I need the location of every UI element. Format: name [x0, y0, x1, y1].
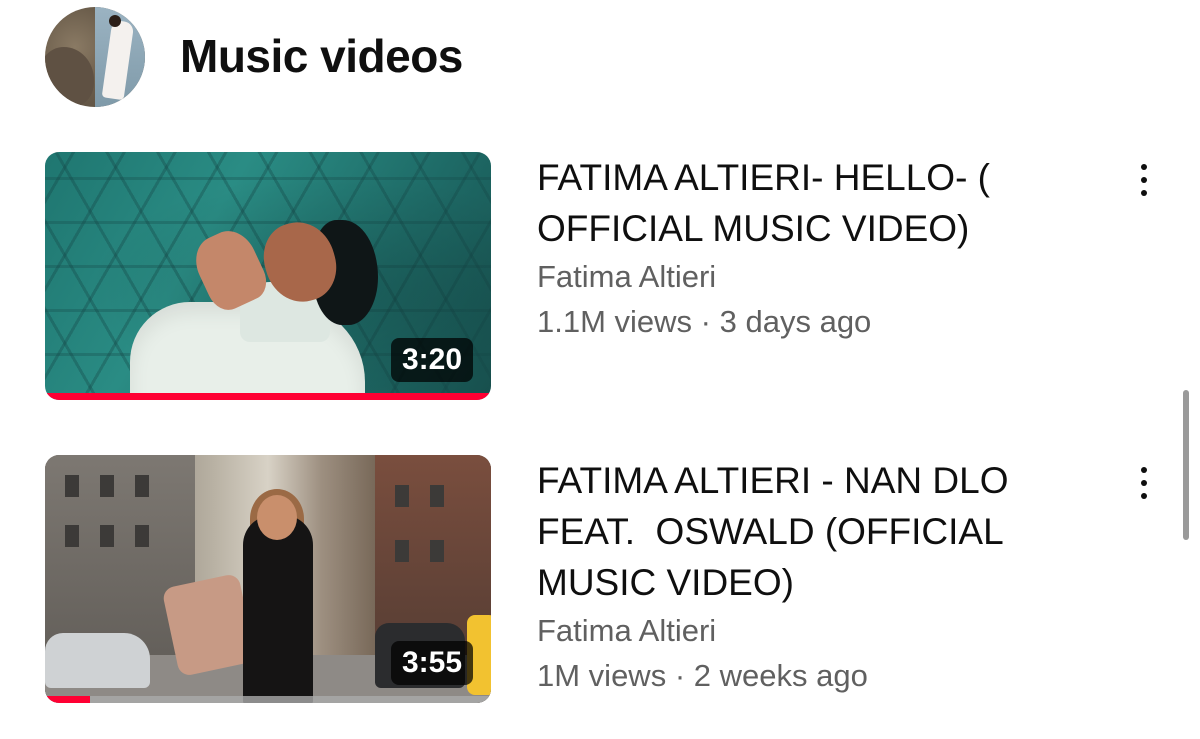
menu-dot	[1141, 177, 1147, 183]
avatar-rock	[45, 47, 94, 107]
video-stats: 1.1M views · 3 days ago	[537, 299, 1097, 344]
stats-separator: ·	[674, 658, 686, 693]
building-window	[135, 475, 149, 497]
video-stats: 1M views · 2 weeks ago	[537, 653, 1097, 698]
menu-dot	[1141, 164, 1147, 170]
stats-separator: ·	[700, 304, 711, 339]
view-count: 1.1M views	[537, 304, 693, 339]
watch-progress-fill	[45, 696, 90, 703]
menu-dot	[1141, 467, 1147, 473]
duration-badge: 3:55	[390, 641, 473, 685]
channel-name[interactable]: Fatima Altieri	[537, 608, 1097, 653]
duration-badge: 3:20	[390, 338, 473, 382]
building-window	[430, 540, 444, 562]
channel-name[interactable]: Fatima Altieri	[537, 254, 1097, 299]
building-window	[100, 525, 114, 547]
upload-age: 2 weeks ago	[693, 658, 868, 693]
building-window	[65, 475, 79, 497]
more-vert-icon[interactable]	[1122, 152, 1166, 208]
video-thumbnail[interactable]: 3:20	[45, 152, 491, 400]
menu-dot	[1141, 493, 1147, 499]
building-window	[65, 525, 79, 547]
section-title: Music videos	[180, 30, 463, 82]
thumbnail-car	[45, 633, 150, 688]
video-title[interactable]: FATIMA ALTIERI- HELLO- ( OFFICIAL MUSIC …	[537, 152, 1097, 254]
avatar-head	[109, 15, 121, 27]
building-window	[100, 475, 114, 497]
watch-progress-bar	[45, 393, 491, 400]
video-title[interactable]: FATIMA ALTIERI - NAN DLO FEAT. OSWALD (O…	[537, 455, 1097, 608]
building-window	[430, 485, 444, 507]
video-thumbnail[interactable]: 3:55	[45, 455, 491, 703]
view-count: 1M views	[537, 658, 667, 693]
more-vert-icon[interactable]	[1122, 455, 1166, 511]
scrollbar[interactable]	[1183, 390, 1189, 540]
menu-dot	[1141, 480, 1147, 486]
upload-age: 3 days ago	[719, 304, 872, 339]
video-meta: FATIMA ALTIERI- HELLO- ( OFFICIAL MUSIC …	[537, 152, 1097, 344]
building-window	[395, 485, 409, 507]
music-videos-section: Music videos 3:20 FATIMA ALTIERI- HELLO-…	[0, 0, 1200, 739]
thumbnail-figure	[243, 515, 313, 703]
watch-progress-fill	[45, 393, 491, 400]
thumbnail-face	[257, 495, 297, 540]
channel-avatar[interactable]	[45, 7, 145, 107]
menu-dot	[1141, 190, 1147, 196]
watch-progress-bar	[45, 696, 491, 703]
building-window	[395, 540, 409, 562]
building-window	[135, 525, 149, 547]
video-meta: FATIMA ALTIERI - NAN DLO FEAT. OSWALD (O…	[537, 455, 1097, 698]
